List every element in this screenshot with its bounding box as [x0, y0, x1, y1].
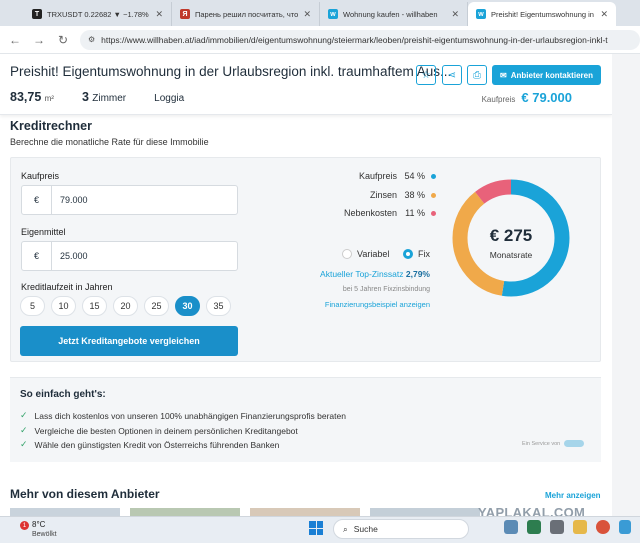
willhaben-icon: w: [476, 9, 486, 19]
legend-zinsen: Zinsen 38 %: [300, 190, 436, 200]
check-icon: ✓: [20, 425, 28, 435]
printer-icon: ⎙: [473, 69, 481, 81]
listing-thumbnail[interactable]: [10, 508, 120, 516]
tradingview-icon: T: [32, 9, 42, 19]
listing-thumbnail[interactable]: [130, 508, 240, 516]
year-option-25[interactable]: 25: [144, 296, 169, 316]
radio-circle: [403, 249, 413, 259]
interest-rate-note: bei 5 Jahren Fixzinsbindung: [342, 286, 430, 293]
app-icon[interactable]: [504, 520, 518, 534]
share-button[interactable]: ⋖: [442, 65, 462, 85]
windows-start-icon[interactable]: [309, 521, 323, 535]
app-icon[interactable]: [550, 520, 564, 534]
url-text: https://www.willhaben.at/iad/immobilien/…: [101, 34, 608, 45]
area-fact: 83,75 m²: [10, 90, 54, 104]
radio-fix[interactable]: Fix: [403, 249, 430, 259]
yaplakal-icon: Я: [180, 9, 190, 19]
more-from-seller-title: Mehr von diesem Anbieter: [10, 487, 160, 501]
tab-trxusdt[interactable]: T TRXUSDT 0.22682 ▼ −1.78% Bi ✕: [24, 2, 172, 26]
share-icon: ⋖: [447, 69, 457, 81]
year-option-10[interactable]: 10: [51, 296, 76, 316]
year-option-30[interactable]: 30: [175, 296, 200, 316]
browser-tab-bar: T TRXUSDT 0.22682 ▼ −1.78% Bi ✕ Я Парень…: [0, 0, 640, 26]
back-icon[interactable]: ←: [8, 33, 22, 47]
weather-description: Bewölkt: [32, 531, 57, 538]
close-icon[interactable]: ✕: [451, 9, 459, 20]
tab-wohnung-kaufen[interactable]: w Wohnung kaufen - willhaben ✕: [320, 2, 468, 26]
telegram-icon[interactable]: [619, 520, 631, 534]
reload-icon[interactable]: ↻: [56, 33, 70, 47]
tab-yaplakal[interactable]: Я Парень решил посчитать, что ✕: [172, 2, 320, 26]
show-more-link[interactable]: Mehr anzeigen: [545, 491, 601, 500]
compare-loans-button[interactable]: Jetzt Kreditangebote vergleichen: [20, 326, 238, 356]
chrome-icon[interactable]: [596, 520, 610, 534]
feature-fact: Loggia: [154, 93, 185, 104]
listing-price: Kaufpreis € 79.000: [481, 90, 572, 105]
listing-thumbnail[interactable]: [250, 508, 360, 516]
monthly-label: Monatsrate: [489, 250, 533, 260]
check-icon: ✓: [20, 410, 28, 420]
laufzeit-label: Kreditlaufzeit in Jahren: [21, 282, 113, 292]
tab-preishit[interactable]: w Preishit! Eigentumswohnung in ✕: [468, 2, 616, 26]
folder-icon[interactable]: [573, 520, 587, 534]
listing-thumbnail[interactable]: [370, 508, 480, 516]
radio-circle: [342, 249, 352, 259]
notification-badge: 1: [20, 521, 29, 530]
year-option-20[interactable]: 20: [113, 296, 138, 316]
app-icon[interactable]: [527, 520, 541, 534]
calculator-subtitle: Berechne die monatliche Rate für diese I…: [10, 137, 209, 147]
listing-title: Preishit! Eigentumswohnung in der Urlaub…: [10, 64, 452, 79]
year-option-15[interactable]: 15: [82, 296, 107, 316]
site-info-icon[interactable]: ⚙: [88, 35, 95, 44]
listing-facts: 83,75 m² 3 Zimmer Loggia: [10, 90, 184, 104]
page-scrollbar[interactable]: [612, 54, 640, 516]
laufzeit-selector: 5 10 15 20 25 30 35: [20, 296, 231, 316]
eigenmittel-input[interactable]: € 25.000: [21, 241, 238, 271]
calculator-title: Kreditrechner: [10, 119, 92, 133]
legend-dot: [431, 173, 436, 179]
close-icon[interactable]: ✕: [303, 9, 311, 20]
legend-nebenkosten: Nebenkosten 11 %: [300, 208, 436, 218]
legend-dot: [431, 192, 436, 198]
url-field[interactable]: ⚙ https://www.willhaben.at/iad/immobilie…: [80, 29, 640, 50]
close-icon[interactable]: ✕: [600, 9, 608, 20]
favorite-button[interactable]: ☆: [416, 65, 436, 85]
currency-symbol: €: [22, 242, 52, 270]
print-button[interactable]: ⎙: [467, 65, 487, 85]
how-item: ✓ Wähle den günstigsten Kredit von Öster…: [20, 439, 280, 450]
willhaben-icon: w: [328, 9, 338, 19]
interest-rate-link[interactable]: Aktueller Top-Zinssatz 2,79%: [290, 269, 430, 279]
mail-icon: ✉: [500, 70, 507, 80]
kaufpreis-label: Kaufpreis: [21, 171, 60, 181]
close-icon[interactable]: ✕: [155, 9, 163, 20]
monthly-amount: € 275: [489, 226, 533, 245]
radio-variabel[interactable]: Variabel: [342, 249, 389, 259]
eigenmittel-label: Eigenmittel: [21, 227, 66, 237]
partner-logo: [564, 440, 585, 447]
legend-dot: [431, 210, 436, 216]
weather-temperature: 8°C: [32, 520, 46, 529]
eigenmittel-value: 25.000: [60, 251, 88, 261]
contact-seller-button[interactable]: ✉ Anbieter kontaktieren: [492, 65, 601, 85]
rooms-fact: 3 Zimmer: [81, 90, 127, 104]
how-item: ✓ Lass dich kostenlos von unseren 100% u…: [20, 410, 346, 421]
kaufpreis-input[interactable]: € 79.000: [21, 185, 238, 215]
financing-example-link[interactable]: Finanzierungsbeispiel anzeigen: [290, 300, 430, 309]
check-icon: ✓: [20, 439, 28, 449]
address-bar: ← → ↻ ⚙ https://www.willhaben.at/iad/imm…: [0, 26, 640, 54]
year-option-35[interactable]: 35: [206, 296, 231, 316]
forward-icon[interactable]: →: [32, 33, 46, 47]
currency-symbol: €: [22, 186, 52, 214]
search-icon: ⌕: [343, 523, 348, 534]
taskbar-search[interactable]: ⌕ Suche: [333, 519, 469, 539]
service-by: Ein Service von: [522, 440, 585, 447]
star-icon: ☆: [421, 69, 431, 81]
kaufpreis-value: 79.000: [60, 195, 88, 205]
year-option-5[interactable]: 5: [20, 296, 45, 316]
listing-header: Preishit! Eigentumswohnung in der Urlaub…: [0, 54, 612, 115]
how-it-works-title: So einfach geht's:: [20, 389, 106, 400]
legend-kaufpreis: Kaufpreis 54 %: [300, 171, 436, 181]
weather-widget[interactable]: 1 8°C Bewölkt: [14, 519, 64, 541]
how-item: ✓ Vergleiche die besten Optionen in dein…: [20, 425, 298, 436]
